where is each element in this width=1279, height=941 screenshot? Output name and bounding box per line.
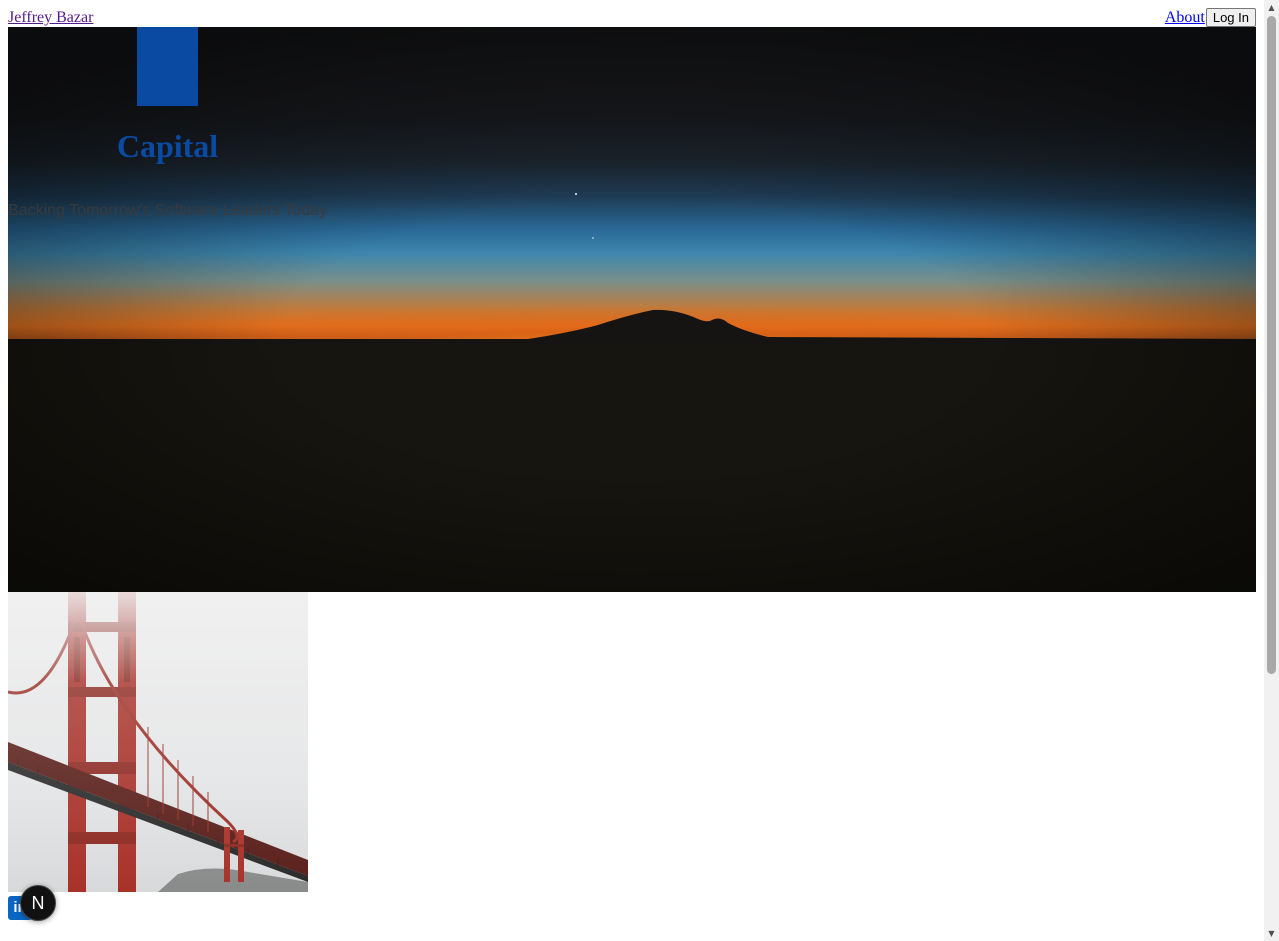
logo-mark xyxy=(137,27,198,106)
golden-gate-bridge-image xyxy=(8,592,308,892)
logo-text: Capital xyxy=(116,128,219,164)
star xyxy=(575,193,577,195)
star xyxy=(592,237,594,239)
vertical-scrollbar[interactable]: ▲ ▼ xyxy=(1264,0,1279,941)
top-navigation: Jeffrey Bazar About Log In xyxy=(8,8,1256,27)
hero-tagline: Backing Tomorrow's Software Leaders Toda… xyxy=(8,202,328,219)
scroll-up-arrow-icon[interactable]: ▲ xyxy=(1264,0,1279,15)
login-button[interactable]: Log In xyxy=(1205,8,1256,27)
brand-link[interactable]: Jeffrey Bazar xyxy=(8,8,93,27)
page: Jeffrey Bazar About Log In Capital Backi… xyxy=(0,0,1264,941)
hero-vignette xyxy=(8,27,1256,592)
nextjs-icon[interactable]: N xyxy=(20,885,56,921)
hero-section: Capital Backing Tomorrow's Software Lead… xyxy=(8,27,1256,592)
about-link[interactable]: About xyxy=(1165,8,1205,27)
scrollbar-thumb[interactable] xyxy=(1267,16,1276,674)
nav-right: About Log In xyxy=(1165,8,1256,27)
scroll-down-arrow-icon[interactable]: ▼ xyxy=(1264,926,1279,941)
